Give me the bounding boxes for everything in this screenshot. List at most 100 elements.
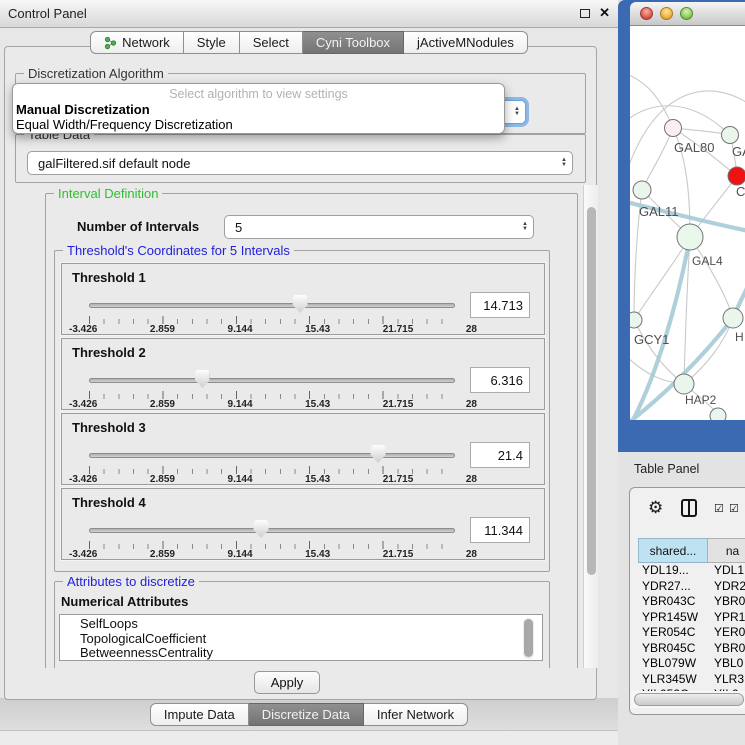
table-row[interactable]: YBL079W YBL0 [630,656,745,672]
control-panel: Control Panel ✕ Network Style Select Cyn… [0,0,618,745]
column-header-name[interactable]: na [708,538,745,563]
slider-ticks [89,466,456,474]
float-window-icon[interactable] [580,9,590,18]
threshold-slider[interactable]: -3.4262.8599.14415.4321.71528 [89,519,455,559]
table-row[interactable]: YBR043C YBR0 [630,594,745,610]
apply-button[interactable]: Apply [254,671,320,694]
checkbox-icon[interactable]: ☑ [714,502,724,515]
combo-stepper-icon: ▲▼ [509,101,525,123]
slider-handle[interactable] [293,295,308,313]
list-item[interactable]: BetweennessCentrality [80,646,542,661]
cell-name: YPR1 [714,610,745,624]
group-title: Threshold's Coordinates for 5 Intervals [63,243,294,258]
table-data-combo[interactable]: galFiltered.sif default node ▲▼ [27,151,573,175]
tab-label: Select [253,35,289,50]
checkbox-icon[interactable]: ☑ [729,502,739,515]
minimize-traffic-light-icon[interactable] [660,7,673,20]
interval-definition-group: Interval Definition Number of Intervals … [45,193,578,668]
node-label: GAL11 [639,204,679,219]
column-header-shared[interactable]: shared... [638,538,708,563]
zoom-traffic-light-icon[interactable] [680,7,693,20]
table-row[interactable]: YDR27... YDR2 [630,579,745,595]
thresholds-group: Threshold's Coordinates for 5 Intervals … [54,250,550,572]
threshold-panel: Threshold 4 -3.4262.8599.14415.4321.7152… [61,488,545,560]
scrollbar-thumb[interactable] [587,207,596,575]
threshold-value: 6.316 [490,373,523,388]
threshold-slider[interactable]: -3.4262.8599.14415.4321.71528 [89,444,455,484]
list-item[interactable]: TopologicalCoefficient [80,632,542,647]
network-window-titlebar[interactable] [630,2,745,26]
group-title: Discretization Algorithm [24,66,168,81]
slider-track[interactable] [89,453,455,458]
cell-shared-name: YBR045C [642,641,695,655]
num-intervals-combo[interactable]: 5 ▲▼ [224,215,534,239]
threshold-value-field[interactable]: 14.713 [470,292,530,318]
horizontal-scrollbar[interactable] [631,691,745,708]
cell-shared-name: YER054C [642,625,695,639]
node-h[interactable] [723,308,743,328]
split-view-icon[interactable] [681,499,697,517]
table-row[interactable]: YLR345W YLR3 [630,672,745,688]
table-row[interactable]: YBR045C YBR0 [630,641,745,657]
node-gal4[interactable] [677,224,703,250]
slider-handle[interactable] [371,445,386,463]
table-row[interactable]: YER054C YER0 [630,625,745,641]
list-item[interactable]: SelfLoops [80,617,542,632]
threshold-label: Threshold 2 [72,345,146,360]
list-scrollbar[interactable] [523,618,534,659]
node-label: GAL4 [692,254,723,268]
scale-label: 28 [466,474,477,485]
tab-network[interactable]: Network [90,31,184,54]
menu-item-equal-width-frequency[interactable]: Equal Width/Frequency Discretization [16,117,233,132]
node-gal11[interactable] [633,181,651,199]
node-label: C [736,184,745,199]
scrollbar-thumb[interactable] [634,693,744,706]
threshold-label: Threshold 1 [72,270,146,285]
threshold-panel: Threshold 3 -3.4262.8599.14415.4321.7152… [61,413,545,485]
close-traffic-light-icon[interactable] [640,7,653,20]
threshold-value-field[interactable]: 21.4 [470,442,530,468]
scale-label: 2.859 [150,324,175,335]
scale-label: 21.715 [383,399,414,410]
tab-discretize-data[interactable]: Discretize Data [249,703,364,726]
numerical-attributes-list[interactable]: SelfLoopsTopologicalCoefficientBetweenne… [59,614,543,661]
slider-handle[interactable] [254,520,269,538]
vertical-scrollbar[interactable] [583,185,598,668]
node-red[interactable] [728,167,745,185]
node-hap2[interactable] [674,374,694,394]
tab-cyni-toolbox[interactable]: Cyni Toolbox [303,31,404,54]
combo-value: 5 [235,220,517,235]
cell-shared-name: YDR27... [642,579,691,593]
slider-track[interactable] [89,378,455,383]
threshold-list: Threshold 1 -3.4262.8599.14415.4321.7152… [61,263,545,563]
tab-select[interactable]: Select [240,31,303,54]
slider-scale: -3.4262.8599.14415.4321.71528 [69,399,477,410]
threshold-value-field[interactable]: 11.344 [470,517,530,543]
tab-jactivemnodules[interactable]: jActiveMNodules [404,31,528,54]
table-panel-title: Table Panel [634,462,699,476]
node-ga[interactable] [722,127,739,144]
cyni-mode-tabs: Impute Data Discretize Data Infer Networ… [0,703,618,726]
network-canvas[interactable]: GAL80 GA C GAL11 GAL4 GCY1 H HAP2 [630,26,745,420]
threshold-slider[interactable]: -3.4262.8599.14415.4321.71528 [89,369,455,409]
slider-ticks [89,541,456,549]
tab-infer-network[interactable]: Infer Network [364,703,468,726]
node-gal80[interactable] [665,120,682,137]
threshold-slider[interactable]: -3.4262.8599.14415.4321.71528 [89,294,455,334]
scale-label: 28 [466,549,477,560]
table-row[interactable]: YDL19... YDL1 [630,563,745,579]
close-icon[interactable]: ✕ [599,5,610,21]
slider-track[interactable] [89,528,455,533]
menu-item-manual-discretization[interactable]: Manual Discretization [16,102,150,117]
threshold-value-field[interactable]: 6.316 [470,367,530,393]
table-row[interactable]: YPR145W YPR1 [630,610,745,626]
gear-icon[interactable]: ⚙ [648,498,663,518]
tab-impute-data[interactable]: Impute Data [150,703,249,726]
cell-name: YBR0 [714,641,745,655]
cell-name: YDR2 [714,579,745,593]
node-gcy1[interactable] [630,312,642,328]
node-partial[interactable] [710,408,726,420]
tab-style[interactable]: Style [184,31,240,54]
slider-handle[interactable] [195,370,210,388]
slider-track[interactable] [89,303,455,308]
